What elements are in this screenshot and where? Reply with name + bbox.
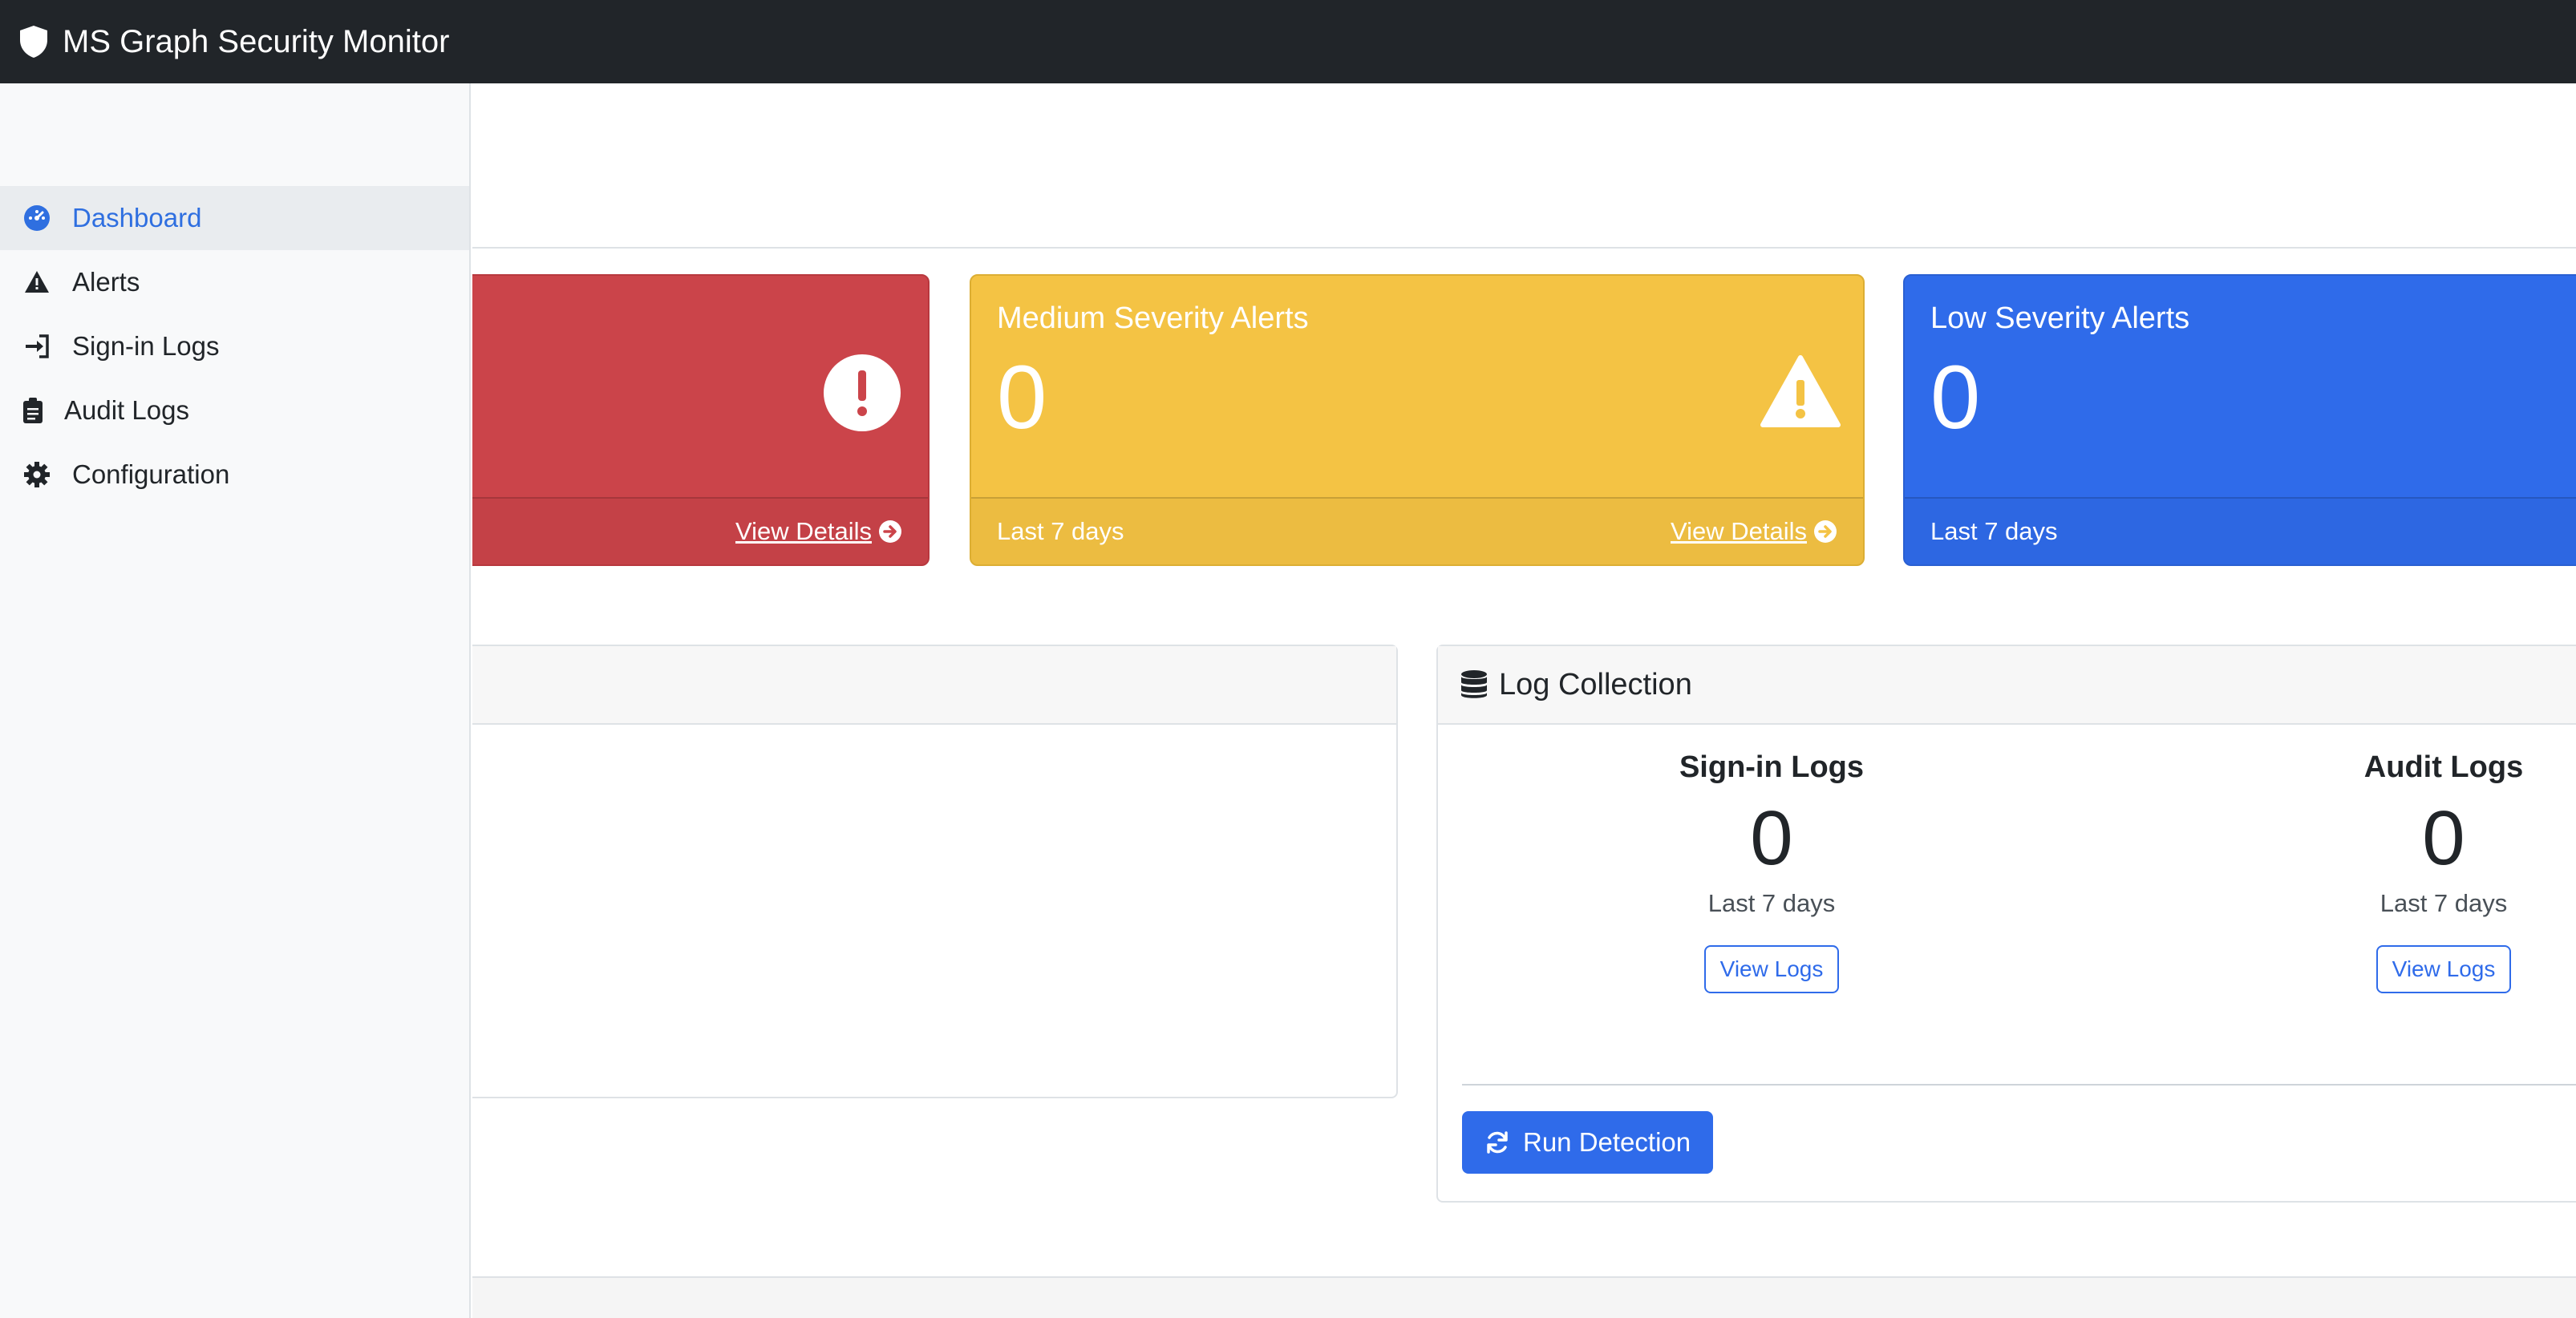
card-title: Medium Severity Alerts (997, 301, 1309, 335)
sidebar-item-label: Dashboard (72, 203, 202, 232)
sidebar-item-configuration[interactable]: Configuration (0, 443, 469, 507)
sidebar-item-sign-in-logs[interactable]: Sign-in Logs (0, 314, 469, 378)
top-navbar: MS Graph Security Monitor (0, 0, 2576, 83)
left-panel-header (472, 646, 1396, 725)
stat-title: Sign-in Logs (1679, 750, 1865, 784)
arrow-circle-right-icon (1814, 520, 1837, 543)
view-details-label: View Details (1670, 517, 1807, 545)
stat-value: 0 (1750, 795, 1793, 881)
medium-view-details-link[interactable]: View Details (1671, 517, 1837, 546)
card-period: Last 7 days (997, 517, 1124, 545)
card-value: 0 (1930, 347, 1981, 447)
left-panel (472, 645, 1398, 1098)
clipboard-icon (22, 396, 43, 425)
app-title[interactable]: MS Graph Security Monitor (63, 24, 449, 60)
header-divider (472, 247, 2576, 249)
run-detection-button[interactable]: Run Detection (1462, 1111, 1714, 1174)
card-value: 0 (997, 347, 1047, 447)
sidebar-item-label: Sign-in Logs (72, 331, 220, 361)
panel-divider (1462, 1084, 2576, 1086)
sidebar-item-dashboard[interactable]: Dashboard (0, 186, 469, 250)
sidebar-item-label: Configuration (72, 459, 230, 489)
card-period: Last 7 days (1930, 517, 2058, 545)
warning-triangle-icon (1760, 353, 1841, 433)
medium-severity-card: Medium Severity Alerts 0 Last 7 days Vie… (970, 274, 1865, 566)
stat-period: Last 7 days (2380, 888, 2508, 917)
panel-title: Log Collection (1499, 667, 1692, 701)
stat-period: Last 7 days (1707, 888, 1836, 917)
sidebar-item-alerts[interactable]: Alerts (0, 250, 469, 314)
high-view-details-link[interactable]: View Details (735, 517, 902, 546)
sidebar: Dashboard Alerts Sign-in Logs Audit Logs… (0, 83, 471, 1318)
sidebar-item-label: Audit Logs (64, 395, 189, 425)
audit-logs-stat: Audit Logs 0 Last 7 days View Logs (2275, 750, 2576, 993)
medium-card-footer: Last 7 days View Details (971, 497, 1863, 564)
run-detection-label: Run Detection (1523, 1127, 1691, 1157)
view-sign-in-logs-button[interactable]: View Logs (1703, 944, 1840, 993)
view-details-label: View Details (735, 517, 872, 545)
shield-icon (18, 24, 50, 59)
view-audit-logs-button[interactable]: View Logs (2376, 944, 2512, 993)
high-severity-card: View Details (472, 274, 930, 566)
dashboard-gauge-icon (22, 204, 51, 232)
stat-value: 0 (2422, 795, 2465, 881)
low-card-footer: Last 7 days (1905, 497, 2576, 564)
warning-triangle-icon (22, 268, 51, 297)
low-severity-card: Low Severity Alerts 0 Last 7 days (1903, 274, 2576, 566)
exclamation-circle-icon (822, 353, 902, 433)
high-card-footer: View Details (472, 497, 928, 564)
sidebar-item-audit-logs[interactable]: Audit Logs (0, 378, 469, 443)
stat-title: Audit Logs (2363, 750, 2524, 784)
arrow-circle-right-icon (879, 520, 901, 543)
card-title: Low Severity Alerts (1930, 301, 2190, 335)
page-footer (472, 1276, 2576, 1318)
log-collection-panel: Log Collection Sign-in Logs 0 Last 7 day… (1436, 645, 2576, 1203)
sign-in-logs-stat: Sign-in Logs 0 Last 7 days View Logs (1603, 750, 1940, 993)
refresh-icon (1487, 1131, 1508, 1154)
sign-in-icon (22, 332, 51, 361)
main-content: View Details Medium Severity Alerts 0 La… (472, 83, 2576, 1318)
gear-icon (22, 460, 51, 489)
log-collection-header: Log Collection (1438, 646, 2576, 725)
sidebar-item-label: Alerts (72, 267, 140, 297)
database-icon (1460, 669, 1488, 700)
